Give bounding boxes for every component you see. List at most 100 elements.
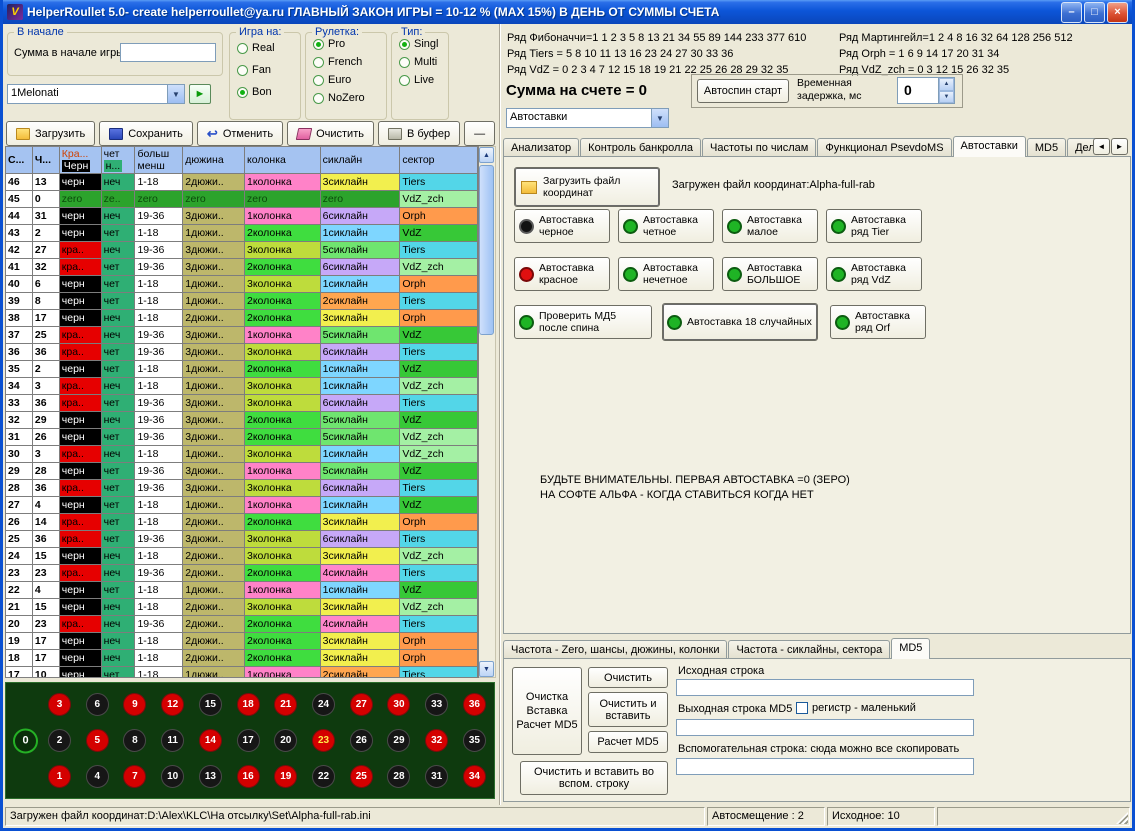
board-number-9[interactable]: 9 [123,693,146,716]
board-number-4[interactable]: 4 [86,765,109,788]
board-number-28[interactable]: 28 [387,765,410,788]
table-row[interactable]: 4227кра..неч19-363дюжи..3колонка5сиклайн… [6,242,478,259]
board-number-25[interactable]: 25 [350,765,373,788]
board-number-17[interactable]: 17 [237,729,260,752]
table-row[interactable]: 3229черннеч19-363дюжи..2колонка5сиклайнV… [6,412,478,429]
radio-live[interactable]: Live [399,73,448,87]
board-number-31[interactable]: 31 [425,765,448,788]
board-number-7[interactable]: 7 [123,765,146,788]
chevron-down-icon[interactable]: ▼ [167,85,184,103]
board-number-1[interactable]: 1 [48,765,71,788]
table-row[interactable]: 343кра..неч1-181дюжи..3колонка1сиклайнVd… [6,378,478,395]
autobet-button-8[interactable]: Автоставка ряд VdZ [826,257,922,291]
board-number-14[interactable]: 14 [199,729,222,752]
table-row[interactable]: 2415черннеч1-182дюжи..3колонка3сиклайнVd… [6,548,478,565]
table-row[interactable]: 352чернчет1-181дюжи..2колонка1сиклайнVdZ [6,361,478,378]
md5-clear-and-paste-button[interactable]: Очистить и вставить [588,692,668,727]
autobet-button-5[interactable]: Автоставка красное [514,257,610,291]
board-number-26[interactable]: 26 [350,729,373,752]
collapse-button[interactable]: — [464,121,495,146]
board-number-21[interactable]: 21 [274,693,297,716]
board-number-35[interactable]: 35 [463,729,486,752]
board-number-30[interactable]: 30 [387,693,410,716]
table-row[interactable]: 3126чернчет19-363дюжи..2колонка5сиклайнV… [6,429,478,446]
tab-Частота - Zero, шансы, дюжины, колонки[interactable]: Частота - Zero, шансы, дюжины, колонки [503,640,727,659]
radio-french[interactable]: French [313,55,386,69]
radio-fan[interactable]: Fan [237,63,300,77]
close-button[interactable]: × [1107,2,1128,23]
table-row[interactable]: 3817черннеч1-182дюжи..2колонка3сиклайнOr… [6,310,478,327]
spinner-down-icon[interactable]: ▼ [939,91,954,104]
tab-MD5[interactable]: MD5 [891,638,930,659]
board-number-2[interactable]: 2 [48,729,71,752]
chevron-down-icon[interactable]: ▼ [651,109,668,127]
autobet-button-11[interactable]: Автоставка ряд Orf [830,305,926,339]
board-number-23[interactable]: 23 [312,729,335,752]
clip-button[interactable]: В буфер [378,121,460,146]
board-number-27[interactable]: 27 [350,693,373,716]
board-number-12[interactable]: 12 [161,693,184,716]
scrollbar-thumb[interactable] [479,165,494,335]
profile-go-button[interactable]: ► [189,84,211,104]
autobet-button-10[interactable]: Автоставка 18 случайных [662,303,818,341]
table-row[interactable]: 3725кра..неч19-363дюжи..1колонка5сиклайн… [6,327,478,344]
md5-output-input[interactable] [676,719,974,736]
md5-calc-button[interactable]: Расчет MD5 [588,731,668,753]
table-row[interactable]: 274чернчет1-181дюжи..1колонка1сиклайнVdZ [6,497,478,514]
table-row[interactable]: 406чернчет1-181дюжи..3колонка1сиклайнOrp… [6,276,478,293]
autobet-button-4[interactable]: Автоставка ряд Tier [826,209,922,243]
radio-nozero[interactable]: NoZero [313,91,386,105]
floppy-button[interactable]: Сохранить [99,121,193,146]
radio-singl[interactable]: Singl [399,37,448,51]
board-number-29[interactable]: 29 [387,729,410,752]
autobet-button-3[interactable]: Автоставка малое [722,209,818,243]
board-number-36[interactable]: 36 [463,693,486,716]
table-row[interactable]: 1817черннеч1-182дюжи..2колонка3сиклайнOr… [6,650,478,667]
tab-Частота - сиклайны, сектора[interactable]: Частота - сиклайны, сектора [728,640,890,659]
radio-euro[interactable]: Euro [313,73,386,87]
table-row[interactable]: 2836кра..чет19-363дюжи..3колонка6сиклайн… [6,480,478,497]
table-row[interactable]: 224чернчет1-181дюжи..1колонка1сиклайнVdZ [6,582,478,599]
tab-MD5[interactable]: MD5 [1027,138,1066,157]
spinner-up-icon[interactable]: ▲ [939,78,954,91]
md5-clear-button[interactable]: Очистить [588,667,668,688]
tab-Анализатор[interactable]: Анализатор [503,138,579,157]
table-row[interactable]: 2115черннеч1-182дюжи..3колонка3сиклайнVd… [6,599,478,616]
board-number-34[interactable]: 34 [463,765,486,788]
board-number-33[interactable]: 33 [425,693,448,716]
autobet-button-7[interactable]: Автоставка БОЛЬШОЕ [722,257,818,291]
tab-Контроль банкролла[interactable]: Контроль банкролла [580,138,701,157]
table-row[interactable]: 432чернчет1-181дюжи..2колонка1сиклайнVdZ [6,225,478,242]
tabs-scroll-right-icon[interactable]: ► [1111,138,1128,155]
radio-multi[interactable]: Multi [399,55,448,69]
table-row[interactable]: 2323кра..неч19-362дюжи..2колонка4сиклайн… [6,565,478,582]
board-number-5[interactable]: 5 [86,729,109,752]
tab-Функционал PsevdoMS[interactable]: Функционал PsevdoMS [817,138,951,157]
table-row[interactable]: 1917черннеч1-182дюжи..2колонка3сиклайнOr… [6,633,478,650]
undo-button[interactable]: ↩Отменить [197,121,283,146]
table-row[interactable]: 2536кра..чет19-363дюжи..3колонка6сиклайн… [6,531,478,548]
profile-combo[interactable]: 1Melonati ▼ [7,84,185,104]
scroll-down-icon[interactable]: ▼ [479,661,494,677]
board-number-3[interactable]: 3 [48,693,71,716]
board-number-18[interactable]: 18 [237,693,260,716]
autospin-start-button[interactable]: Автоспин старт [697,79,789,103]
md5-source-input[interactable] [676,679,974,696]
md5-clear-paste-calc-button[interactable]: Очистка Вставка Расчет MD5 [512,667,582,755]
radio-real[interactable]: Real [237,41,300,55]
board-number-6[interactable]: 6 [86,693,109,716]
board-number-20[interactable]: 20 [274,729,297,752]
table-row[interactable]: 2928чернчет19-363дюжи..1колонка5сиклайнV… [6,463,478,480]
radio-bon[interactable]: Bon [237,85,300,99]
minimize-button[interactable]: – [1061,2,1082,23]
table-row[interactable]: 303кра..неч1-181дюжи..3колонка1сиклайнVd… [6,446,478,463]
board-number-24[interactable]: 24 [312,693,335,716]
scroll-up-icon[interactable]: ▲ [479,147,494,163]
autobet-button-2[interactable]: Автоставка четное [618,209,714,243]
md5-clear-paste-aux-button[interactable]: Очистить и вставить во вспом. строку [520,761,668,795]
autobet-button-1[interactable]: Автоставка черное [514,209,610,243]
board-number-22[interactable]: 22 [312,765,335,788]
md5-aux-input[interactable] [676,758,974,775]
table-row[interactable]: 398чернчет1-181дюжи..2колонка2сиклайнTie… [6,293,478,310]
autobet-button-9[interactable]: Проверить МД5 после спина [514,305,652,339]
